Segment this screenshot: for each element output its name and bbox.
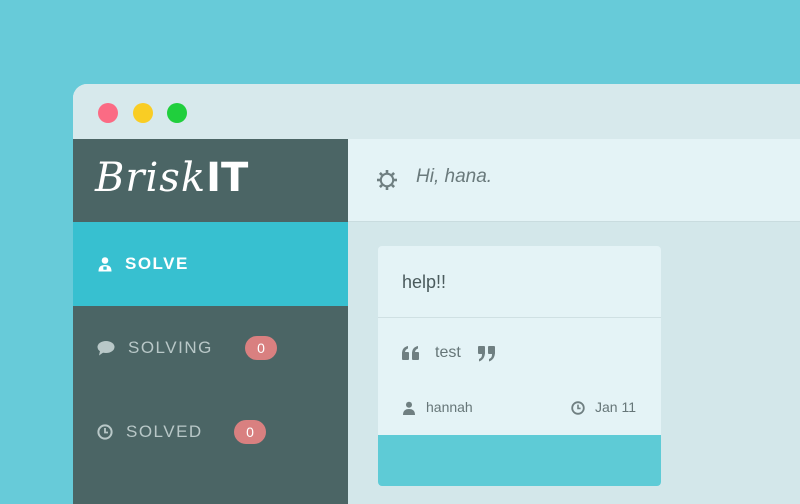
sidebar-item-label: SOLVE (125, 254, 189, 273)
app-window: BriskIT SOLVE SOLVING 0 SOLVED 0 Hi, han… (73, 84, 800, 504)
card-author-name: hannah (426, 399, 473, 415)
sidebar-item-solving[interactable]: SOLVING 0 (73, 306, 348, 390)
card-header: help!! (378, 246, 661, 318)
gear-icon[interactable] (376, 169, 398, 191)
sidebar: BriskIT SOLVE SOLVING 0 SOLVED 0 (73, 139, 348, 504)
sidebar-item-label: SOLVING (128, 338, 213, 357)
sidebar-item-label: SOLVED (126, 422, 203, 441)
comment-icon (97, 341, 115, 356)
logo-script-part: Brisk (95, 155, 207, 201)
logo-text: BriskIT (95, 153, 248, 203)
main-content: help!! test hannah Jan 11 (348, 222, 800, 504)
quote-close-icon (478, 346, 495, 362)
card-date-text: Jan 11 (595, 399, 636, 415)
quote-open-icon (402, 346, 419, 360)
title-bar (73, 84, 800, 139)
card-quote-text: test (435, 344, 461, 361)
maximize-window-button[interactable] (167, 103, 187, 123)
card-footer[interactable] (378, 435, 661, 486)
minimize-window-button[interactable] (133, 103, 153, 123)
clock-icon (97, 424, 113, 440)
sidebar-item-solved[interactable]: SOLVED 0 (73, 390, 348, 474)
user-icon (98, 257, 112, 272)
greeting-text: Hi, hana. (416, 166, 493, 187)
solved-count-badge: 0 (234, 420, 266, 444)
clock-icon (571, 401, 585, 415)
top-bar: Hi, hana. (348, 139, 800, 222)
card-title: help!! (402, 272, 447, 292)
close-window-button[interactable] (98, 103, 118, 123)
solving-count-badge: 0 (245, 336, 277, 360)
sidebar-item-solve[interactable]: SOLVE (73, 222, 348, 306)
user-icon (403, 401, 415, 415)
logo-bold-part: IT (206, 155, 249, 201)
ticket-card[interactable]: help!! test hannah Jan 11 (378, 246, 661, 486)
card-quote: test (402, 344, 642, 368)
logo: BriskIT (73, 139, 348, 222)
